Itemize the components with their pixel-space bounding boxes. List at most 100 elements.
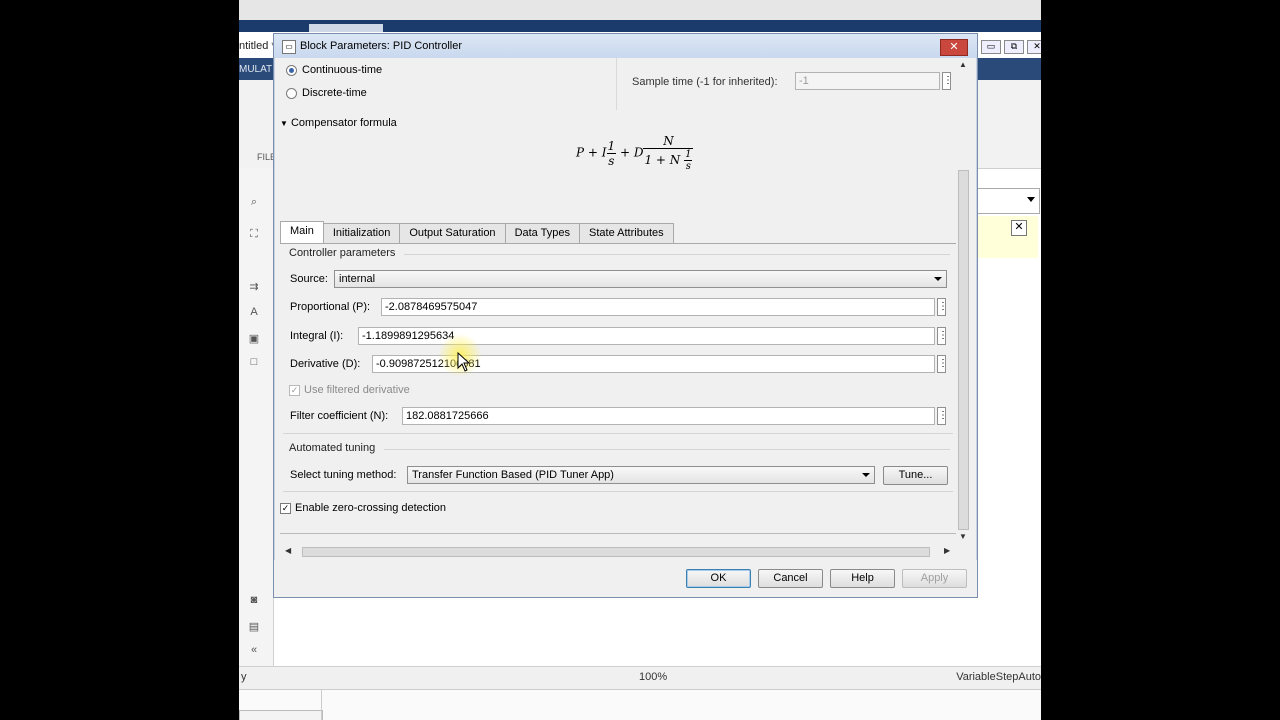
- filter-coefficient-options-icon[interactable]: ⋮: [937, 407, 948, 425]
- notification-banner: [976, 216, 1038, 258]
- proportional-field[interactable]: -2.0878469575047: [381, 298, 935, 316]
- proportional-label: Proportional (P):: [290, 301, 371, 313]
- integral-label: Integral (I):: [290, 330, 344, 342]
- content-bottom-border: [280, 533, 956, 534]
- collapse-icon[interactable]: «: [247, 644, 261, 656]
- bottom-pane: [239, 710, 323, 720]
- continuous-time-radio[interactable]: Continuous-time: [286, 64, 382, 76]
- tab-data-types[interactable]: Data Types: [504, 223, 581, 243]
- section-divider: [283, 491, 953, 492]
- dialog-close-button[interactable]: ✕: [940, 39, 968, 56]
- simulation-tab[interactable]: MULATI: [239, 64, 275, 75]
- sample-time-label: Sample time (-1 for inherited):: [632, 76, 778, 88]
- bottom-pane-divider: [321, 690, 342, 720]
- tune-button[interactable]: Tune...: [883, 466, 948, 485]
- tab-output-saturation[interactable]: Output Saturation: [399, 223, 506, 243]
- mouse-cursor-icon: [457, 352, 471, 372]
- time-domain-separator: [616, 58, 617, 110]
- bottom-area: [239, 689, 1041, 720]
- automated-tuning-heading: Automated tuning: [289, 442, 376, 454]
- chevron-down-icon: [934, 277, 942, 281]
- dialog-button-bar: OK Cancel Help Apply: [274, 560, 977, 597]
- group-divider: [384, 449, 950, 450]
- integral-options-icon[interactable]: ⋮: [937, 327, 948, 345]
- sample-time-field: -1: [795, 72, 940, 90]
- section-divider: [283, 433, 953, 434]
- chevron-down-icon: [1027, 197, 1035, 202]
- status-left: y: [241, 671, 247, 683]
- apply-button: Apply: [902, 569, 967, 588]
- compensator-formula-toggle[interactable]: ▼ Compensator formula: [280, 117, 397, 129]
- tab-initialization[interactable]: Initialization: [322, 223, 401, 243]
- arrow-icon[interactable]: ⇉: [247, 280, 261, 293]
- tab-state-attributes[interactable]: State Attributes: [579, 223, 674, 243]
- source-select[interactable]: internal: [334, 270, 947, 288]
- area-icon[interactable]: □: [247, 356, 261, 368]
- parameter-tabs: Main Initialization Output Saturation Da…: [280, 221, 674, 243]
- status-bar: y 100% VariableStepAuto: [239, 666, 1041, 689]
- model-title: ntitled *: [239, 40, 276, 52]
- radio-unselected-icon: [286, 87, 297, 99]
- simulink-right-combo[interactable]: [976, 188, 1040, 214]
- use-filtered-derivative-checkbox: ✓: [289, 385, 300, 396]
- filter-coefficient-label: Filter coefficient (N):: [290, 410, 389, 422]
- annotation-icon[interactable]: A: [247, 306, 261, 318]
- block-icon: ▭: [282, 40, 296, 54]
- zero-crossing-checkbox[interactable]: ✓: [280, 503, 291, 514]
- compensator-formula-label: Compensator formula: [290, 117, 397, 129]
- simulink-window-buttons: ▭ ⧉ ✕: [981, 40, 1041, 54]
- tuning-method-value: Transfer Function Based (PID Tuner App): [412, 469, 614, 481]
- compensator-formula: P + I1s + DN1 + N 1s: [576, 134, 694, 172]
- explorer-icon[interactable]: ▤: [247, 620, 261, 633]
- close-icon[interactable]: ✕: [1027, 40, 1041, 54]
- scroll-right-icon[interactable]: ▶: [944, 546, 950, 555]
- image-icon[interactable]: ▣: [247, 332, 261, 345]
- dialog-title: Block Parameters: PID Controller: [300, 40, 462, 52]
- tab-border: [280, 243, 956, 244]
- minimize-icon[interactable]: ▭: [981, 40, 1001, 54]
- continuous-time-label: Continuous-time: [302, 64, 383, 76]
- filter-coefficient-field[interactable]: 182.0881725666: [402, 407, 935, 425]
- scroll-left-icon[interactable]: ◀: [285, 546, 291, 555]
- chevron-down-icon: [862, 473, 870, 477]
- use-filtered-derivative-label: Use filtered derivative: [304, 384, 410, 396]
- simulink-titlebar: [239, 0, 1041, 22]
- zoom-level: 100%: [639, 671, 668, 683]
- cancel-button[interactable]: Cancel: [758, 569, 823, 588]
- ok-button[interactable]: OK: [686, 569, 751, 588]
- zoom-icon[interactable]: ⌕: [247, 196, 261, 208]
- help-button[interactable]: Help: [830, 569, 895, 588]
- controller-parameters-heading: Controller parameters: [289, 247, 396, 259]
- proportional-options-icon[interactable]: ⋮: [937, 298, 948, 316]
- scroll-down-icon[interactable]: ▼: [959, 532, 967, 541]
- triangle-down-icon: ▼: [280, 119, 288, 128]
- horizontal-scrollbar[interactable]: ◀ ▶: [280, 545, 957, 559]
- scroll-up-icon[interactable]: ▲: [959, 60, 967, 69]
- derivative-options-icon[interactable]: ⋮: [937, 355, 948, 373]
- vertical-scroll-thumb[interactable]: [958, 170, 969, 530]
- vertical-scrollbar[interactable]: ▲ ▼: [957, 58, 969, 544]
- maximize-icon[interactable]: ⧉: [1004, 40, 1024, 54]
- close-icon[interactable]: ✕: [1011, 220, 1027, 236]
- simulink-active-tab[interactable]: [309, 24, 383, 32]
- block-parameters-dialog: ▭ Block Parameters: PID Controller ✕ Con…: [273, 33, 978, 598]
- solver-status: VariableStepAuto: [956, 671, 1041, 683]
- discrete-time-radio[interactable]: Discrete-time: [286, 87, 367, 99]
- simulink-left-toolbar: ⌕ ⛶ ⇉ A ▣ □ ◙ ▤ «: [239, 168, 274, 666]
- tab-main[interactable]: Main: [280, 221, 324, 243]
- derivative-label: Derivative (D):: [290, 358, 361, 370]
- group-divider: [404, 254, 950, 255]
- tuning-method-select[interactable]: Transfer Function Based (PID Tuner App): [407, 466, 875, 484]
- tuning-method-label: Select tuning method:: [290, 469, 397, 481]
- zero-crossing-label: Enable zero-crossing detection: [295, 502, 447, 514]
- discrete-time-label: Discrete-time: [302, 87, 367, 99]
- source-label: Source:: [290, 273, 328, 285]
- fit-icon[interactable]: ⛶: [247, 228, 261, 240]
- dialog-titlebar: ▭ Block Parameters: PID Controller ✕: [274, 34, 977, 58]
- horizontal-scroll-thumb[interactable]: [302, 547, 930, 557]
- source-value: internal: [339, 273, 376, 285]
- dialog-content: Continuous-time Discrete-time Sample tim…: [280, 58, 956, 536]
- sample-time-options-icon[interactable]: ⋮: [942, 72, 953, 90]
- radio-selected-icon: [286, 64, 297, 76]
- camera-icon[interactable]: ◙: [247, 594, 261, 606]
